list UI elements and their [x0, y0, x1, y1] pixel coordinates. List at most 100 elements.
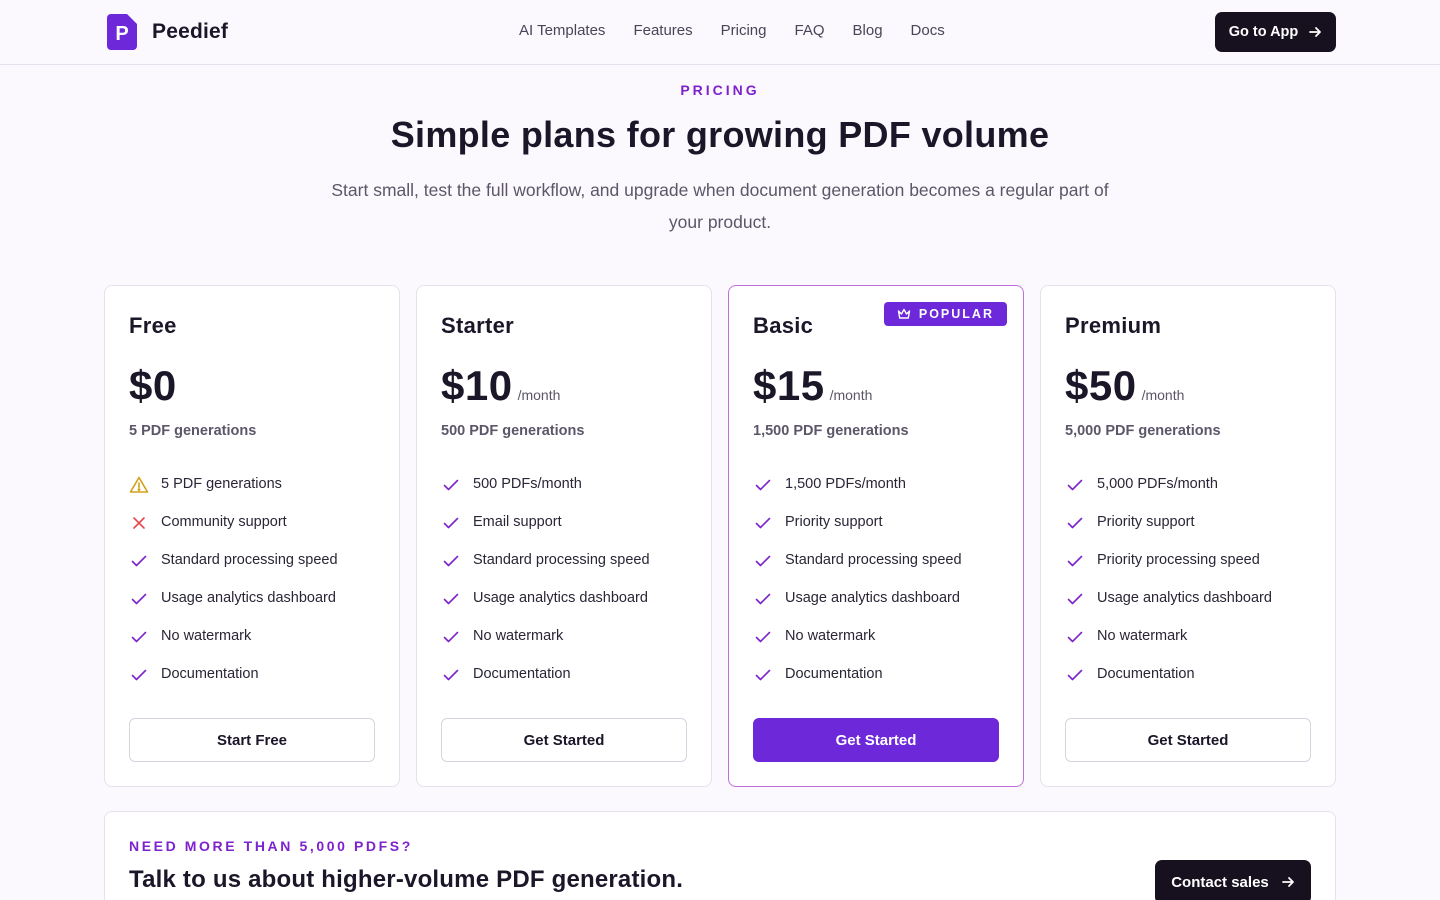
get-started-button[interactable]: Get Started — [441, 718, 687, 762]
main-nav: AI Templates Features Pricing FAQ Blog D… — [519, 22, 945, 39]
feature-text: Usage analytics dashboard — [1097, 590, 1272, 606]
get-started-button[interactable]: Get Started — [1065, 718, 1311, 762]
list-item: Priority support — [753, 512, 962, 550]
logo-letter: P — [115, 22, 129, 45]
get-started-button[interactable]: Get Started — [753, 718, 999, 762]
list-item: Documentation — [441, 664, 650, 702]
check-icon — [755, 669, 771, 681]
list-item: No watermark — [441, 626, 650, 664]
banner-eyebrow: NEED MORE THAN 5,000 PDFS? — [129, 838, 413, 854]
feature-list: 1,500 PDFs/month Priority support Standa… — [753, 474, 962, 702]
check-icon — [755, 555, 771, 567]
plan-name: Basic — [753, 313, 814, 338]
check-icon — [131, 593, 147, 605]
contact-sales-button[interactable]: Contact sales — [1155, 860, 1311, 900]
feature-text: Documentation — [1097, 666, 1195, 682]
plan-generations: 5 PDF generations — [129, 423, 257, 439]
nav-pricing[interactable]: Pricing — [721, 22, 767, 39]
check-icon — [131, 555, 147, 567]
check-icon — [1067, 517, 1083, 529]
feature-text: No watermark — [161, 628, 252, 644]
page-subtitle: Start small, test the full workflow, and… — [331, 180, 1109, 232]
x-icon — [133, 517, 145, 529]
check-icon — [131, 631, 147, 643]
check-icon — [443, 593, 459, 605]
nav-docs[interactable]: Docs — [911, 22, 945, 39]
plan-period: /month — [1141, 387, 1185, 403]
list-item: No watermark — [129, 626, 338, 664]
check-icon — [755, 593, 771, 605]
check-icon — [443, 479, 459, 491]
list-item: Standard processing speed — [753, 550, 962, 588]
check-icon — [443, 517, 459, 529]
plan-card-premium: Premium $50 /month 5,000 PDF generations… — [1040, 285, 1336, 787]
feature-list: 5 PDF generations Community support Stan… — [129, 474, 338, 702]
list-item: Priority support — [1065, 512, 1272, 550]
warning-icon — [129, 476, 149, 493]
brand-logo[interactable]: P Peedief — [107, 14, 228, 50]
list-item: Usage analytics dashboard — [129, 588, 338, 626]
feature-text: No watermark — [473, 628, 564, 644]
feature-text: 500 PDFs/month — [473, 476, 582, 492]
price-row: $0 — [129, 362, 177, 410]
feature-text: Community support — [161, 514, 287, 530]
feature-text: Standard processing speed — [473, 552, 650, 568]
list-item: No watermark — [1065, 626, 1272, 664]
feature-text: Usage analytics dashboard — [785, 590, 960, 606]
enterprise-banner: NEED MORE THAN 5,000 PDFS? Talk to us ab… — [104, 811, 1336, 900]
check-icon — [755, 517, 771, 529]
feature-text: Usage analytics dashboard — [161, 590, 336, 606]
feature-text: 5,000 PDFs/month — [1097, 476, 1218, 492]
plan-price: $50 — [1065, 362, 1137, 409]
nav-faq[interactable]: FAQ — [795, 22, 825, 39]
feature-text: No watermark — [785, 628, 876, 644]
plan-generations: 1,500 PDF generations — [753, 423, 909, 439]
nav-features[interactable]: Features — [633, 22, 692, 39]
feature-text: Priority processing speed — [1097, 552, 1260, 568]
price-row: $50 /month — [1065, 362, 1184, 410]
check-icon — [1067, 593, 1083, 605]
crown-icon — [897, 308, 911, 319]
check-icon — [1067, 479, 1083, 491]
arrow-right-icon — [1309, 27, 1322, 37]
check-icon — [1067, 669, 1083, 681]
feature-text: Priority support — [785, 514, 883, 530]
feature-text: Standard processing speed — [161, 552, 338, 568]
feature-text: No watermark — [1097, 628, 1188, 644]
feature-list: 500 PDFs/month Email support Standard pr… — [441, 474, 650, 702]
check-icon — [443, 555, 459, 567]
list-item: 500 PDFs/month — [441, 474, 650, 512]
arrow-right-icon — [1281, 877, 1294, 887]
feature-text: Standard processing speed — [785, 552, 962, 568]
list-item: 5,000 PDFs/month — [1065, 474, 1272, 512]
plan-card-free: Free $0 5 PDF generations 5 PDF generati… — [104, 285, 400, 787]
brand-name: Peedief — [152, 20, 229, 43]
list-item: Community support — [129, 512, 338, 550]
plan-period: /month — [517, 387, 561, 403]
price-row: $15 /month — [753, 362, 872, 410]
start-free-button[interactable]: Start Free — [129, 718, 375, 762]
site-header: P Peedief AI Templates Features Pricing … — [0, 0, 1440, 65]
list-item: No watermark — [753, 626, 962, 664]
check-icon — [755, 479, 771, 491]
check-icon — [1067, 631, 1083, 643]
check-icon — [443, 669, 459, 681]
list-item: Email support — [441, 512, 650, 550]
check-icon — [755, 631, 771, 643]
badge-label: POPULAR — [918, 307, 994, 321]
nav-ai-templates[interactable]: AI Templates — [519, 22, 605, 39]
feature-text: 5 PDF generations — [161, 476, 282, 492]
feature-text: Email support — [473, 514, 562, 530]
feature-list: 5,000 PDFs/month Priority support Priori… — [1065, 474, 1272, 702]
list-item: Documentation — [753, 664, 962, 702]
plan-generations: 5,000 PDF generations — [1065, 423, 1221, 439]
feature-text: 1,500 PDFs/month — [785, 476, 906, 492]
go-to-app-button[interactable]: Go to App — [1215, 12, 1336, 52]
nav-blog[interactable]: Blog — [853, 22, 883, 39]
check-icon — [443, 631, 459, 643]
logo-mark-icon: P — [107, 14, 137, 50]
plan-card-basic: Basic POPULAR $15 /month 1,500 PDF gener… — [728, 285, 1024, 787]
go-to-app-label: Go to App — [1228, 24, 1299, 40]
list-item: Documentation — [1065, 664, 1272, 702]
list-item: Priority processing speed — [1065, 550, 1272, 588]
